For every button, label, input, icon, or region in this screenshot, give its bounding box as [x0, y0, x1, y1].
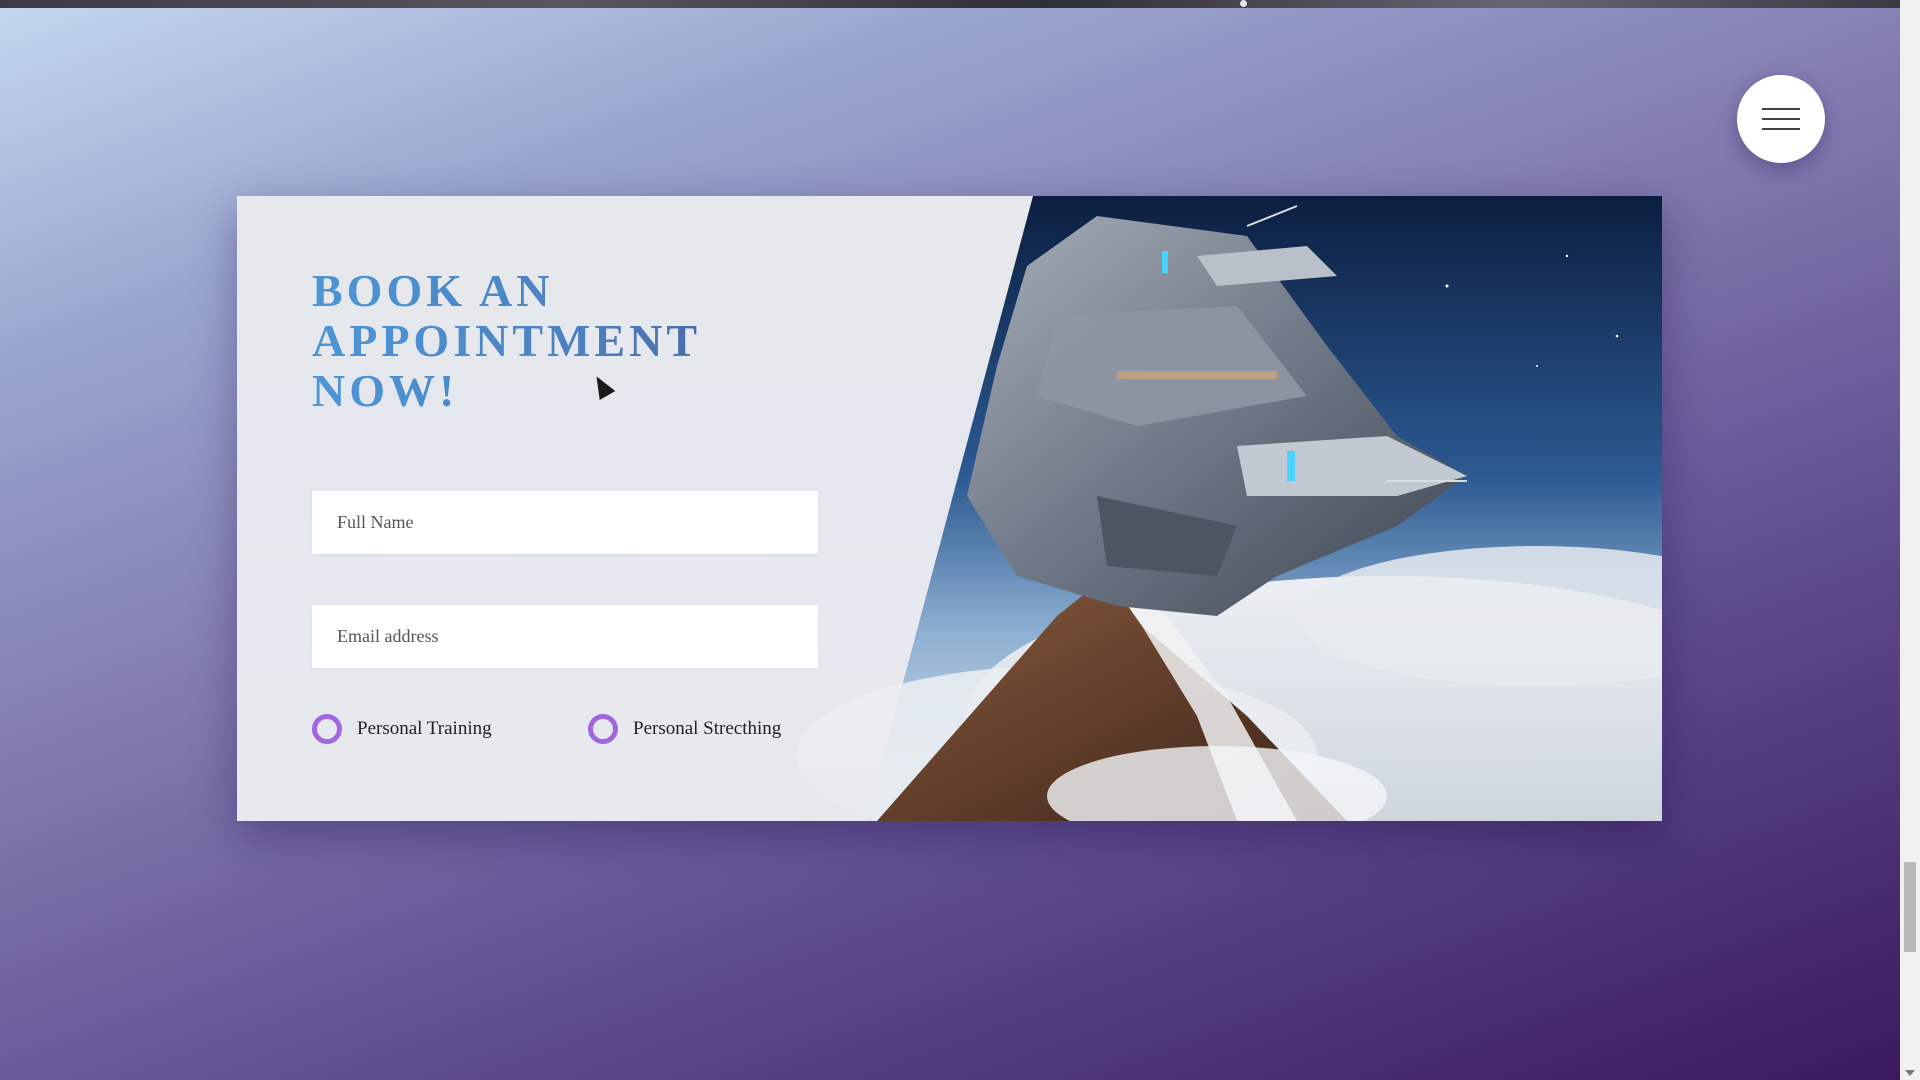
option-personal-training[interactable]: Personal Training — [312, 714, 492, 744]
option-label: Personal Strecthing — [633, 718, 782, 739]
menu-button[interactable] — [1737, 75, 1825, 163]
appointment-card: BOOK AN APPOINTMENT NOW! Personal Traini… — [237, 196, 1662, 821]
option-personal-stretching[interactable]: Personal Strecthing — [588, 714, 781, 744]
scrollbar-thumb[interactable] — [1904, 862, 1916, 952]
full-name-input[interactable] — [312, 491, 818, 554]
top-image-strip — [0, 0, 1900, 8]
appointment-form: BOOK AN APPOINTMENT NOW! Personal Traini… — [312, 266, 832, 744]
form-title: BOOK AN APPOINTMENT NOW! — [312, 266, 832, 416]
scroll-down-arrow-icon[interactable] — [1905, 1070, 1915, 1076]
title-line-2: APPOINTMENT NOW! — [312, 315, 701, 416]
email-input[interactable] — [312, 605, 818, 668]
radio-circle-icon[interactable] — [312, 714, 342, 744]
hamburger-icon — [1762, 108, 1800, 110]
title-line-1: BOOK AN — [312, 265, 554, 316]
option-label: Personal Training — [357, 718, 492, 739]
radio-circle-icon[interactable] — [588, 714, 618, 744]
hamburger-icon — [1762, 118, 1800, 120]
slider-dot[interactable] — [1240, 0, 1247, 7]
hamburger-icon — [1762, 128, 1800, 130]
page-scrollbar[interactable] — [1900, 0, 1920, 1080]
